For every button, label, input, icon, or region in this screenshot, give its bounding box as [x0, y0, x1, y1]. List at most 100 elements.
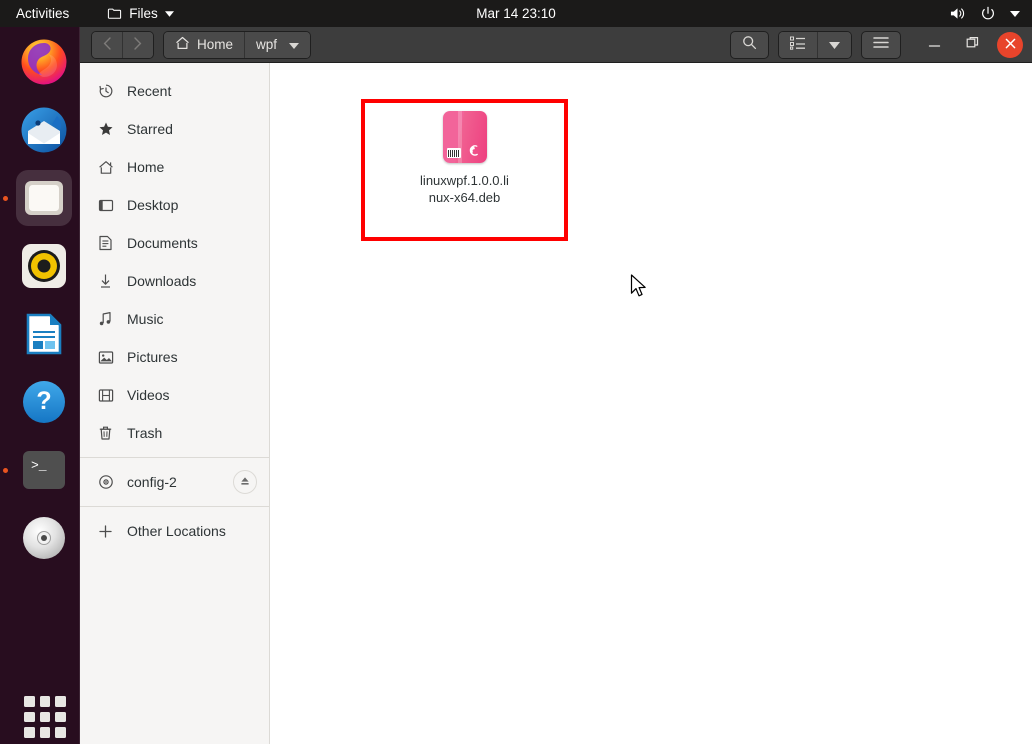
dock-item-help[interactable]: ? — [16, 374, 72, 430]
barcode-glyph — [446, 148, 461, 158]
file-name-label: linuxwpf.1.0.0.linux-x64.deb — [420, 173, 509, 205]
files-window: Home wpf Recent Starred Home Desktop Doc… — [80, 27, 1032, 744]
sidebar-item-label: Videos — [127, 387, 170, 403]
sidebar-item-desktop[interactable]: Desktop — [80, 186, 269, 224]
sidebar-item-videos[interactable]: Videos — [80, 376, 269, 414]
firefox-icon — [21, 39, 67, 85]
chevron-down-icon — [289, 37, 300, 52]
libreoffice-writer-icon — [26, 313, 62, 355]
disc-icon — [23, 517, 65, 559]
clock-icon — [97, 83, 114, 100]
volume-icon[interactable] — [949, 6, 966, 21]
trash-icon — [97, 425, 114, 442]
folder-icon — [107, 6, 122, 21]
dock-item-firefox[interactable] — [16, 34, 72, 90]
dock-item-terminal[interactable]: >_ — [3, 442, 72, 498]
grid-dot — [39, 696, 51, 707]
sidebar-item-documents[interactable]: Documents — [80, 224, 269, 262]
sidebar-item-pictures[interactable]: Pictures — [80, 338, 269, 376]
rhythmbox-icon — [22, 244, 66, 288]
home-icon — [175, 36, 190, 53]
sidebar-item-home[interactable]: Home — [80, 148, 269, 186]
sidebar-separator — [80, 506, 269, 507]
app-menu-label: Files — [129, 6, 158, 21]
back-button[interactable] — [92, 31, 122, 58]
maximize-button[interactable] — [959, 32, 985, 58]
breadcrumb-current[interactable]: wpf — [244, 31, 311, 58]
forward-button[interactable] — [122, 31, 153, 58]
svg-text:?: ? — [36, 387, 51, 415]
debian-swirl-icon — [469, 145, 478, 156]
music-note-icon — [97, 311, 114, 328]
desktop-icon — [97, 197, 114, 214]
sidebar-separator — [80, 457, 269, 458]
window-header-bar: Home wpf — [80, 27, 1032, 63]
chevron-down-icon — [829, 37, 840, 52]
plus-icon — [97, 523, 114, 540]
list-view-button[interactable] — [779, 31, 817, 58]
search-button[interactable] — [730, 30, 769, 59]
deb-package-icon — [442, 111, 487, 163]
grid-dot — [55, 727, 66, 738]
power-icon[interactable] — [980, 6, 996, 22]
chevron-down-icon — [164, 10, 174, 17]
activities-button[interactable]: Activities — [16, 6, 69, 21]
sidebar-item-label: Other Locations — [127, 523, 226, 539]
sidebar: Recent Starred Home Desktop Documents Do… — [80, 63, 270, 744]
hamburger-menu-icon — [873, 36, 889, 54]
dock-item-rhythmbox[interactable] — [16, 238, 72, 294]
help-icon: ? — [23, 381, 65, 423]
sidebar-item-downloads[interactable]: Downloads — [80, 262, 269, 300]
ubuntu-dock: ? >_ — [0, 27, 80, 744]
sidebar-item-label: Trash — [127, 425, 163, 441]
sidebar-item-trash[interactable]: Trash — [80, 414, 269, 452]
sidebar-item-music[interactable]: Music — [80, 300, 269, 338]
main-menu-button[interactable] — [861, 30, 901, 59]
close-button[interactable] — [997, 31, 1023, 58]
breadcrumb-current-label: wpf — [256, 37, 278, 52]
sidebar-item-starred[interactable]: Starred — [80, 110, 269, 148]
sidebar-item-config-2[interactable]: config-2 — [80, 463, 269, 501]
svg-text:>_: >_ — [31, 458, 47, 473]
minimize-button[interactable] — [921, 32, 947, 58]
breadcrumb-home[interactable]: Home — [164, 31, 245, 58]
sidebar-item-label: Downloads — [127, 273, 197, 289]
breadcrumb: Home wpf — [163, 30, 312, 59]
navigation-buttons — [91, 30, 154, 59]
sidebar-item-other-locations[interactable]: Other Locations — [80, 512, 269, 550]
file-list-area[interactable]: linuxwpf.1.0.0.linux-x64.deb — [270, 63, 1032, 744]
dock-item-disc[interactable] — [16, 510, 72, 566]
clock-label[interactable]: Mar 14 23:10 — [476, 6, 556, 21]
running-indicator-dot — [3, 196, 8, 201]
image-icon — [97, 349, 114, 366]
show-applications-button[interactable] — [24, 696, 66, 738]
sidebar-item-label: Recent — [127, 83, 172, 99]
sidebar-item-label: Desktop — [127, 197, 179, 213]
terminal-icon: >_ — [23, 451, 65, 489]
grid-dot — [39, 711, 51, 723]
grid-dot — [24, 696, 35, 707]
sidebar-item-label: Pictures — [127, 349, 178, 365]
download-icon — [97, 273, 114, 290]
search-icon — [742, 35, 757, 55]
files-icon — [25, 181, 63, 215]
film-icon — [97, 387, 114, 404]
grid-dot — [24, 711, 35, 723]
view-options-dropdown[interactable] — [817, 31, 851, 58]
gnome-top-bar: Activities Files Mar 14 23:10 — [0, 0, 1032, 27]
view-mode-buttons — [778, 30, 852, 59]
dock-item-files[interactable] — [3, 170, 72, 226]
dock-item-thunderbird[interactable] — [16, 102, 72, 158]
chevron-down-icon[interactable] — [1010, 10, 1020, 17]
breadcrumb-home-label: Home — [197, 37, 234, 52]
sidebar-item-label: Starred — [127, 121, 173, 137]
file-item[interactable]: linuxwpf.1.0.0.linux-x64.deb — [361, 99, 568, 241]
thunderbird-icon — [21, 107, 67, 153]
home-icon — [97, 159, 114, 176]
sidebar-item-recent[interactable]: Recent — [80, 72, 269, 110]
list-view-icon — [790, 36, 806, 53]
system-status-area[interactable] — [949, 6, 1020, 22]
eject-button[interactable] — [233, 470, 257, 494]
app-menu-button[interactable]: Files — [107, 6, 174, 21]
dock-item-libreoffice[interactable] — [16, 306, 72, 362]
